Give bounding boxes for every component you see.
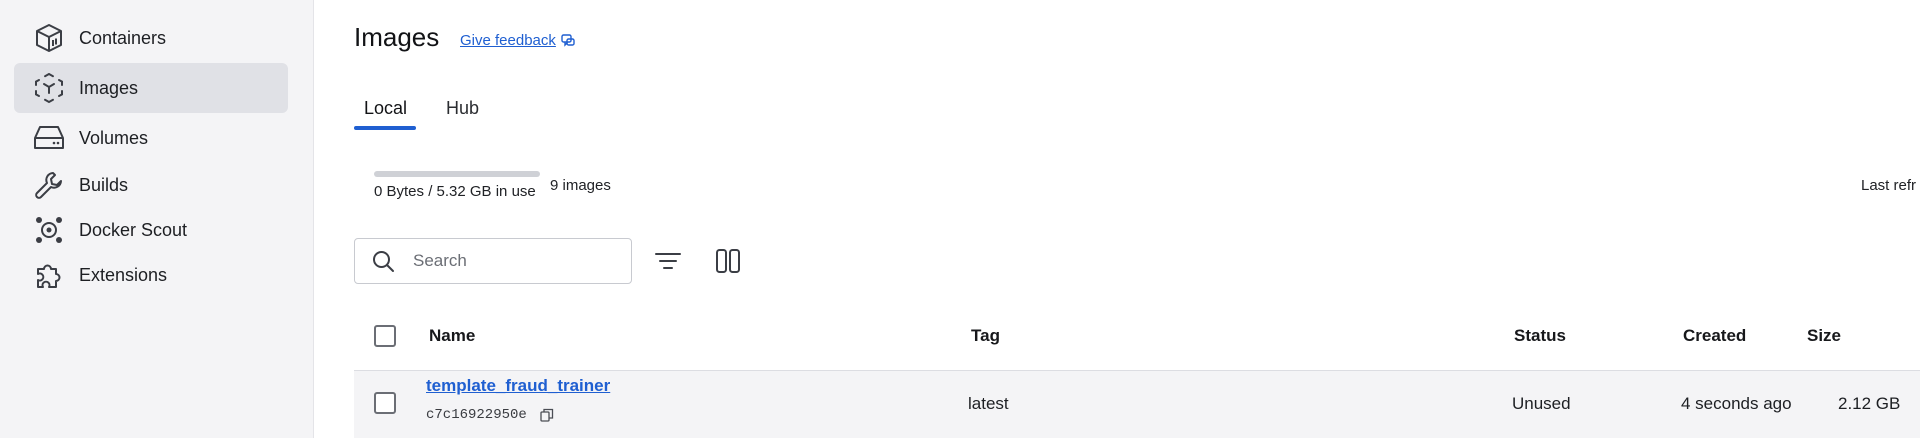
give-feedback-label: Give feedback	[460, 32, 556, 49]
search-input[interactable]	[411, 250, 615, 272]
give-feedback-link[interactable]: Give feedback	[460, 32, 575, 49]
row-checkbox[interactable]	[374, 392, 396, 414]
columns-button[interactable]	[710, 245, 746, 277]
column-header-tag[interactable]: Tag	[971, 326, 1000, 346]
column-header-name[interactable]: Name	[429, 326, 475, 346]
sidebar-item-label: Extensions	[79, 264, 168, 285]
puzzle-piece-icon	[33, 259, 65, 291]
image-id: c7c16922950e	[426, 407, 527, 423]
column-header-status[interactable]: Status	[1514, 326, 1566, 346]
sidebar-item-label: Docker Scout	[79, 219, 188, 240]
sidebar-item-docker-scout[interactable]: Docker Scout	[14, 205, 288, 255]
search-box[interactable]	[354, 238, 632, 284]
container-box-icon	[33, 22, 65, 54]
disk-usage-text: 0 Bytes / 5.32 GB in use	[374, 183, 536, 200]
columns-icon	[714, 247, 742, 275]
disk-usage-bar	[374, 171, 540, 177]
disk-drive-icon	[33, 122, 65, 154]
scout-target-icon	[33, 214, 65, 246]
select-all-checkbox[interactable]	[374, 325, 396, 347]
sidebar-item-label: Images	[79, 77, 139, 98]
image-cube-icon	[33, 72, 65, 104]
tab-hub[interactable]: Hub	[446, 98, 479, 119]
sidebar-item-builds[interactable]: Builds	[14, 160, 288, 210]
tab-local[interactable]: Local	[364, 98, 407, 119]
filter-button[interactable]	[650, 245, 686, 277]
sidebar-item-extensions[interactable]: Extensions	[14, 250, 288, 300]
page-title: Images	[354, 22, 440, 52]
copy-icon[interactable]	[540, 408, 554, 422]
column-header-size[interactable]: Size	[1807, 326, 1841, 346]
sidebar-item-volumes[interactable]: Volumes	[14, 113, 288, 163]
image-name-link[interactable]: template_fraud_trainer	[426, 376, 610, 396]
image-status: Unused	[1512, 394, 1571, 413]
search-icon	[371, 249, 395, 273]
column-header-created[interactable]: Created	[1683, 326, 1746, 346]
wrench-icon	[33, 169, 65, 201]
filter-icon	[654, 250, 682, 272]
image-size: 2.12 GB	[1838, 394, 1901, 413]
sidebar: Containers Images Volumes Builds Docker …	[0, 0, 314, 438]
active-tab-indicator	[354, 126, 416, 130]
sidebar-item-label: Volumes	[79, 127, 149, 148]
sidebar-item-containers[interactable]: Containers	[14, 13, 288, 63]
image-count: 9 images	[550, 177, 611, 194]
image-created: 4 seconds ago	[1681, 394, 1792, 413]
chat-bubble-icon	[561, 33, 575, 48]
sidebar-item-label: Containers	[79, 27, 167, 48]
sidebar-item-label: Builds	[79, 174, 129, 195]
sidebar-item-images[interactable]: Images	[14, 63, 288, 113]
last-refresh-text: Last refr	[1861, 177, 1917, 194]
image-tag: latest	[968, 394, 1009, 413]
